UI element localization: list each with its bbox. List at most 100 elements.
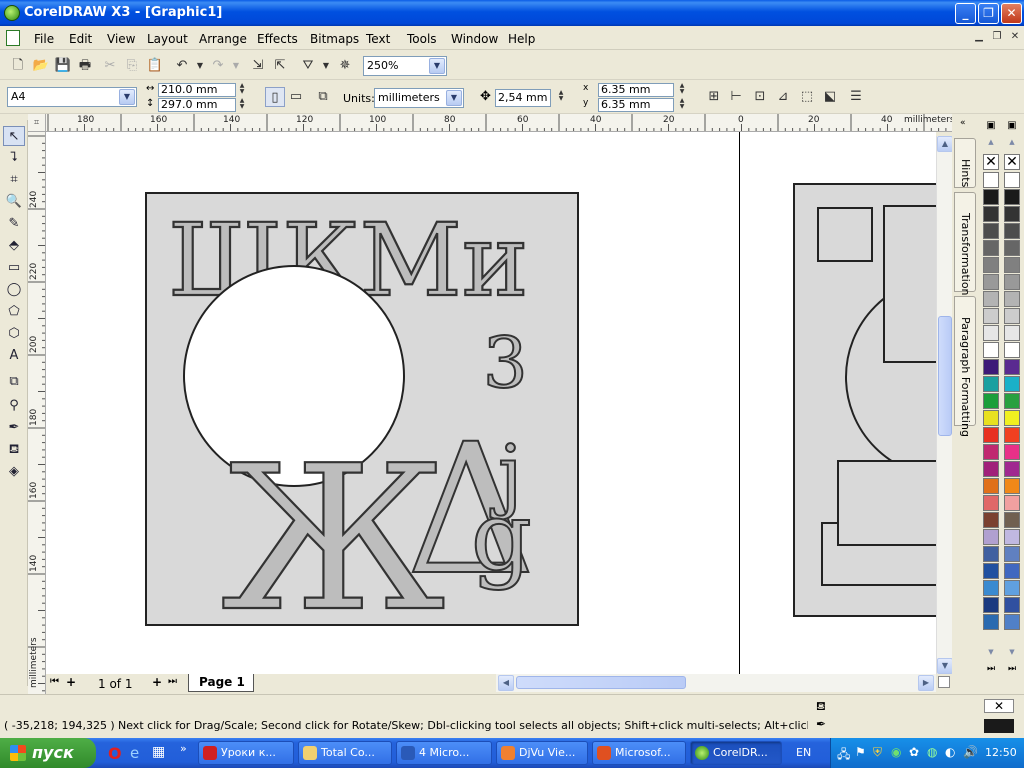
menu-bitmaps[interactable]: Bitmaps bbox=[310, 32, 359, 46]
copy-icon[interactable]: ⎘ bbox=[122, 56, 142, 76]
color-swatch[interactable] bbox=[983, 376, 999, 392]
tray-icon[interactable]: ✿ bbox=[909, 745, 919, 759]
color-swatch[interactable] bbox=[983, 597, 999, 613]
chevron-down-icon[interactable]: ▼ bbox=[446, 90, 462, 106]
color-swatch[interactable] bbox=[1004, 597, 1020, 613]
text-tool-icon[interactable]: A bbox=[3, 346, 25, 366]
docker-collapse-icon[interactable]: « bbox=[960, 118, 966, 128]
vertical-ruler[interactable]: 240 220 200 180 160 140 millimeters bbox=[28, 132, 46, 694]
palette-scroll-up-icon[interactable]: ▲ bbox=[1004, 138, 1020, 148]
nudge-spinner-icon[interactable]: ▲ ▼ bbox=[555, 90, 567, 104]
color-swatch[interactable] bbox=[1004, 393, 1020, 409]
color-swatch[interactable] bbox=[983, 393, 999, 409]
application-launcher-icon[interactable]: ⛛ bbox=[298, 56, 318, 76]
scroll-right-icon[interactable]: ▶ bbox=[918, 675, 934, 691]
units-select[interactable]: millimeters ▼ bbox=[374, 88, 464, 108]
menu-help[interactable]: Help bbox=[508, 32, 535, 46]
no-color-swatch[interactable]: ✕ bbox=[1004, 154, 1020, 170]
lower-rectangle-front[interactable] bbox=[837, 460, 936, 546]
vertical-scroll-thumb[interactable] bbox=[938, 316, 952, 436]
palette-scroll-down-icon[interactable]: ▼ bbox=[1004, 648, 1020, 660]
close-button[interactable]: ✕ bbox=[1001, 3, 1022, 24]
chevron-down-icon[interactable]: ▼ bbox=[429, 58, 445, 74]
start-button[interactable]: пуск bbox=[0, 738, 96, 768]
minimize-button[interactable]: _ bbox=[955, 3, 976, 24]
color-swatch[interactable] bbox=[983, 308, 999, 324]
doc-close-icon[interactable]: ✕ bbox=[1008, 31, 1022, 44]
snap-to-guidelines-icon[interactable]: ⊢ bbox=[726, 87, 746, 107]
color-swatch[interactable] bbox=[983, 410, 999, 426]
color-swatch[interactable] bbox=[1004, 495, 1020, 511]
tall-rectangle[interactable] bbox=[883, 205, 936, 363]
save-icon[interactable]: 💾 bbox=[53, 56, 73, 76]
ie-quicklaunch-icon[interactable]: e bbox=[130, 744, 139, 762]
color-swatch[interactable] bbox=[983, 291, 999, 307]
menu-edit[interactable]: Edit bbox=[69, 32, 92, 46]
doc-minimize-icon[interactable]: ▁ bbox=[972, 31, 986, 44]
smart-fill-tool-icon[interactable]: ⬘ bbox=[3, 236, 25, 256]
print-icon[interactable]: 🖶 bbox=[75, 56, 95, 76]
color-swatch[interactable] bbox=[1004, 172, 1020, 188]
shield-icon[interactable]: ⛨ bbox=[873, 745, 882, 760]
scroll-left-icon[interactable]: ◀ bbox=[498, 675, 514, 691]
duplicate-y-field[interactable]: 6.35 mm bbox=[598, 98, 674, 112]
shape-tool-icon[interactable]: ⮧ bbox=[3, 148, 25, 168]
launcher-dropdown-icon[interactable]: ▼ bbox=[316, 56, 336, 76]
no-color-swatch[interactable]: ✕ bbox=[983, 154, 999, 170]
outline-color-indicator[interactable] bbox=[984, 719, 1014, 733]
palette-expand-icon[interactable]: ⏭ bbox=[1004, 664, 1020, 678]
palette-options-icon[interactable]: ▣ bbox=[1004, 120, 1020, 136]
color-swatch[interactable] bbox=[1004, 614, 1020, 630]
open-icon[interactable]: 📂 bbox=[31, 56, 51, 76]
undo-dropdown-icon[interactable]: ▼ bbox=[190, 56, 210, 76]
color-swatch[interactable] bbox=[1004, 444, 1020, 460]
color-swatch[interactable] bbox=[1004, 359, 1020, 375]
menu-window[interactable]: Window bbox=[451, 32, 498, 46]
color-swatch[interactable] bbox=[1004, 427, 1020, 443]
color-swatch[interactable] bbox=[1004, 461, 1020, 477]
color-swatch[interactable] bbox=[1004, 546, 1020, 562]
palette-expand-icon[interactable]: ⏭ bbox=[983, 664, 999, 678]
import-icon[interactable]: ⇲ bbox=[248, 56, 268, 76]
vertical-scrollbar[interactable]: ▲ ▼ bbox=[936, 136, 953, 674]
color-swatch[interactable] bbox=[983, 206, 999, 222]
color-swatch[interactable] bbox=[983, 325, 999, 341]
color-swatch[interactable] bbox=[983, 223, 999, 239]
coreldraw-app-icon[interactable] bbox=[4, 5, 20, 21]
color-swatch[interactable] bbox=[1004, 580, 1020, 596]
fill-tool-icon[interactable]: ⛾ bbox=[3, 440, 25, 460]
undo-icon[interactable]: ↶ bbox=[172, 56, 192, 76]
nudge-distance-field[interactable]: 2,54 mm bbox=[495, 89, 551, 107]
letter-zh[interactable]: Ж bbox=[220, 422, 447, 657]
color-swatch[interactable] bbox=[1004, 308, 1020, 324]
task-total-commander[interactable]: Total Co... bbox=[298, 741, 392, 765]
opera-quicklaunch-icon[interactable]: O bbox=[108, 744, 122, 763]
add-page-after-icon[interactable]: + bbox=[152, 675, 162, 689]
horizontal-scrollbar[interactable]: ◀ ▶ bbox=[496, 674, 936, 692]
snap-to-grid-icon[interactable]: ⊞ bbox=[704, 87, 724, 107]
color-swatch[interactable] bbox=[983, 478, 999, 494]
color-swatch[interactable] bbox=[1004, 274, 1020, 290]
dup-x-spinner-icon[interactable]: ▲ ▼ bbox=[676, 83, 688, 97]
palette-options-icon[interactable]: ▣ bbox=[983, 120, 999, 136]
menu-file[interactable]: File bbox=[34, 32, 54, 46]
landscape-icon[interactable]: ▭ bbox=[286, 87, 306, 107]
color-swatch[interactable] bbox=[983, 172, 999, 188]
redo-dropdown-icon[interactable]: ▼ bbox=[226, 56, 246, 76]
dynamic-guides-icon[interactable]: ⊿ bbox=[773, 87, 793, 107]
tray-icon[interactable]: ◍ bbox=[927, 745, 937, 759]
chevron-down-icon[interactable]: ▼ bbox=[119, 89, 135, 105]
color-swatch[interactable] bbox=[983, 274, 999, 290]
menu-layout[interactable]: Layout bbox=[147, 32, 188, 46]
view-navigator-icon[interactable] bbox=[938, 676, 950, 688]
color-swatch[interactable] bbox=[983, 189, 999, 205]
menu-text[interactable]: Text bbox=[366, 32, 390, 46]
tab-hints[interactable]: Hints bbox=[954, 138, 976, 188]
interactive-fill-tool-icon[interactable]: ◈ bbox=[3, 462, 25, 482]
color-swatch[interactable] bbox=[983, 495, 999, 511]
pick-tool-icon[interactable]: ↖ bbox=[3, 126, 25, 146]
color-swatch[interactable] bbox=[983, 444, 999, 460]
task-microsoft-office[interactable]: Microsof... bbox=[592, 741, 686, 765]
scroll-up-icon[interactable]: ▲ bbox=[937, 136, 953, 152]
color-swatch[interactable] bbox=[1004, 206, 1020, 222]
